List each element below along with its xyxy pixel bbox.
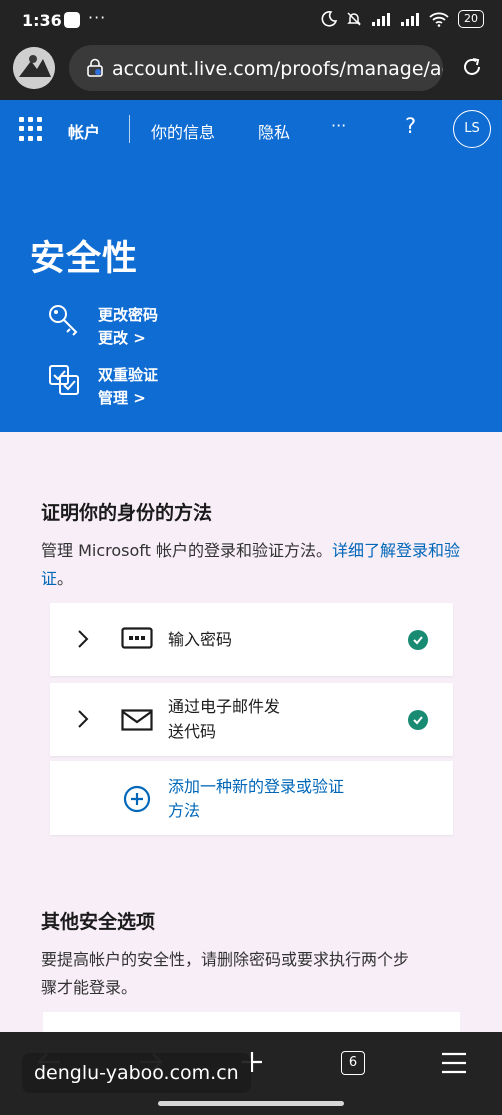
verified-check-icon — [408, 630, 428, 650]
password-icon — [121, 627, 153, 649]
nav-divider — [129, 115, 130, 143]
tab-count-button[interactable]: 6 — [341, 1051, 365, 1075]
account-header: 帐户 你的信息 隐私 ··· ? LS 安全性 更改密码 更改 > 双重验证 管… — [0, 100, 502, 432]
site-lock-icon — [87, 58, 103, 77]
two-step-item[interactable]: 双重验证 管理 > — [48, 364, 248, 412]
add-method-row[interactable]: 添加一种新的登录或验证 方法 — [50, 761, 453, 835]
chevron-right-icon[interactable] — [76, 629, 90, 649]
verified-check-icon — [408, 710, 428, 730]
nav-more-icon[interactable]: ··· — [331, 116, 346, 135]
watermark-label: denglu-yaboo.com.cn — [22, 1053, 251, 1093]
add-method-label-line2: 方法 — [168, 801, 201, 820]
chevron-right-icon[interactable] — [76, 709, 90, 729]
top-navigation: 帐户 你的信息 隐私 ··· ? LS — [0, 100, 502, 158]
proofs-title: 证明你的身份的方法 — [41, 502, 213, 524]
more-notifications-icon: ··· — [88, 8, 107, 27]
method-password-label: 输入密码 — [168, 630, 233, 649]
add-method-label-line1: 添加一种新的登录或验证 — [168, 777, 345, 796]
app-launcher-icon[interactable] — [19, 117, 43, 141]
status-bar: 1:36 ··· 20 — [0, 0, 502, 42]
two-step-link[interactable]: 管理 > — [98, 387, 146, 408]
email-icon — [121, 709, 153, 731]
two-step-label: 双重验证 — [98, 366, 159, 384]
home-indicator[interactable] — [158, 1101, 344, 1106]
browser-address-bar: account.live.com/proofs/manage/additiona… — [0, 42, 502, 100]
url-field[interactable]: account.live.com/proofs/manage/additiona… — [69, 45, 443, 91]
other-desc-line2: 骤才能登录。 — [41, 978, 138, 997]
menu-icon[interactable] — [441, 1052, 467, 1074]
app-notification-icon — [64, 12, 80, 28]
page-title: 安全性 — [30, 239, 139, 279]
help-icon[interactable]: ? — [405, 114, 416, 138]
nav-your-info[interactable]: 你的信息 — [151, 119, 215, 143]
add-circle-icon — [123, 785, 151, 813]
key-icon — [49, 305, 78, 336]
method-password-row[interactable]: 输入密码 — [50, 603, 453, 676]
moon-icon — [321, 11, 337, 27]
change-password-link[interactable]: 更改 > — [98, 327, 146, 348]
other-desc-line1: 要提高帐户的安全性，请删除密码或要求执行两个步 — [41, 950, 410, 969]
other-options-title: 其他安全选项 — [41, 911, 156, 933]
proofs-description: 管理 Microsoft 帐户的登录和验证方法。详细了解登录和验证。 — [41, 537, 466, 593]
proofs-desc-end: 。 — [57, 569, 74, 588]
method-email-label-line1: 通过电子邮件发 — [168, 697, 281, 716]
battery-indicator: 20 — [458, 10, 484, 28]
url-text: account.live.com/proofs/manage/additiona… — [112, 58, 443, 80]
user-avatar[interactable]: LS — [453, 110, 491, 148]
profile-avatar[interactable] — [13, 47, 55, 89]
reload-icon[interactable] — [460, 55, 484, 79]
method-email-row[interactable]: 通过电子邮件发 送代码 — [50, 683, 453, 756]
wifi-icon — [429, 12, 449, 27]
change-password-item[interactable]: 更改密码 更改 > — [48, 304, 248, 352]
status-time: 1:36 — [22, 11, 62, 30]
checkbox-icon — [49, 365, 79, 395]
signal-icon — [372, 13, 390, 26]
other-options-description: 要提高帐户的安全性，请删除密码或要求执行两个步 骤才能登录。 — [41, 946, 466, 1002]
status-icons: 20 — [321, 10, 484, 28]
nav-privacy[interactable]: 隐私 — [258, 119, 290, 143]
method-email-label-line2: 送代码 — [168, 722, 217, 741]
signal-icon-2 — [401, 13, 419, 26]
mute-bell-icon — [347, 12, 361, 26]
proofs-desc-text: 管理 Microsoft 帐户的登录和验证方法。 — [41, 541, 332, 560]
nav-account[interactable]: 帐户 — [68, 119, 100, 143]
change-password-label: 更改密码 — [98, 306, 159, 324]
